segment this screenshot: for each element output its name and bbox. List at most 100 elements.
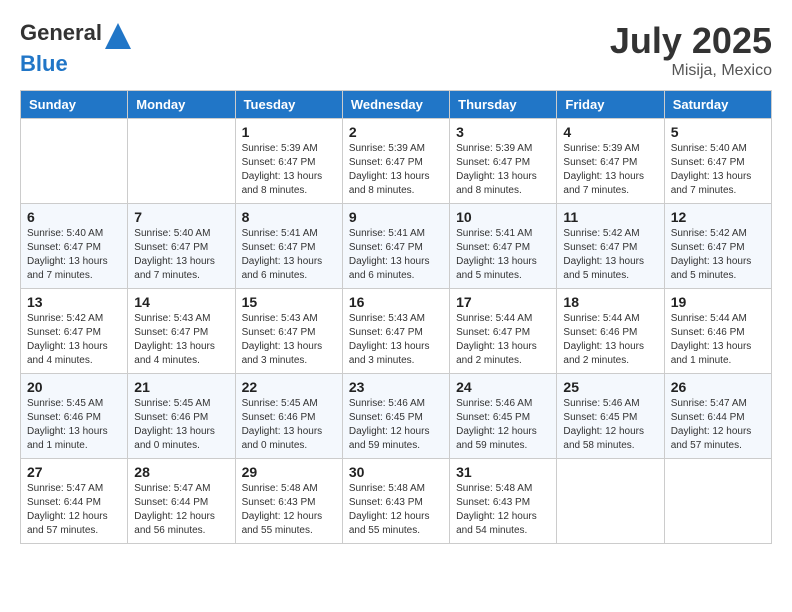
day-info: Sunrise: 5:41 AM Sunset: 6:47 PM Dayligh… (349, 227, 443, 283)
day-info: Sunrise: 5:44 AM Sunset: 6:47 PM Dayligh… (456, 312, 550, 368)
day-number: 19 (671, 294, 765, 310)
calendar-cell: 27 Sunrise: 5:47 AM Sunset: 6:44 PM Dayli… (21, 459, 128, 544)
day-number: 22 (242, 379, 336, 395)
logo-text: General Blue (20, 20, 134, 77)
day-info: Sunrise: 5:42 AM Sunset: 6:47 PM Dayligh… (671, 227, 765, 283)
calendar-cell: 15 Sunrise: 5:43 AM Sunset: 6:47 PM Dayli… (235, 289, 342, 374)
calendar-cell: 29Sunrise: 5:48 AM Sunset: 6:43 PM Dayli… (235, 459, 342, 544)
calendar-cell (21, 119, 128, 204)
day-info: Sunrise: 5:39 AM Sunset: 6:47 PM Dayligh… (456, 142, 550, 198)
day-info: Sunrise: 5:44 AM Sunset: 6:46 PM Dayligh… (563, 312, 657, 368)
title-block: July 2025 Misija, Mexico (610, 20, 772, 80)
calendar-week-row: 20 Sunrise: 5:45 AM Sunset: 6:46 PM Dayli… (21, 374, 772, 459)
day-number: 23 (349, 379, 443, 395)
day-number: 11 (563, 209, 657, 225)
calendar-week-row: 13Sunrise: 5:42 AM Sunset: 6:47 PM Dayli… (21, 289, 772, 374)
day-of-week-header: Tuesday (235, 91, 342, 119)
day-number: 4 (563, 124, 657, 140)
calendar-cell: 28 Sunrise: 5:47 AM Sunset: 6:44 PM Dayli… (128, 459, 235, 544)
day-info: Sunrise: 5:46 AM Sunset: 6:45 PM Dayligh… (563, 397, 657, 453)
day-info: Sunrise: 5:41 AM Sunset: 6:47 PM Dayligh… (242, 227, 336, 283)
day-number: 8 (242, 209, 336, 225)
day-info: Sunrise: 5:39 AM Sunset: 6:47 PM Dayligh… (563, 142, 657, 198)
day-number: 20 (27, 379, 121, 395)
day-info: Sunrise: 5:40 AM Sunset: 6:47 PM Dayligh… (134, 227, 228, 283)
day-info: Sunrise: 5:48 AM Sunset: 6:43 PM Dayligh… (349, 482, 443, 538)
day-number: 29 (242, 464, 336, 480)
day-number: 17 (456, 294, 550, 310)
calendar-cell: 20 Sunrise: 5:45 AM Sunset: 6:46 PM Dayli… (21, 374, 128, 459)
day-of-week-header: Monday (128, 91, 235, 119)
calendar-cell: 8 Sunrise: 5:41 AM Sunset: 6:47 PM Daylig… (235, 204, 342, 289)
calendar-cell: 24Sunrise: 5:46 AM Sunset: 6:45 PM Dayli… (450, 374, 557, 459)
day-number: 27 (27, 464, 121, 480)
day-number: 14 (134, 294, 228, 310)
day-info: Sunrise: 5:44 AM Sunset: 6:46 PM Dayligh… (671, 312, 765, 368)
day-number: 9 (349, 209, 443, 225)
day-number: 25 (563, 379, 657, 395)
day-of-week-header: Friday (557, 91, 664, 119)
calendar-week-row: 27 Sunrise: 5:47 AM Sunset: 6:44 PM Dayli… (21, 459, 772, 544)
day-number: 31 (456, 464, 550, 480)
calendar-cell: 11Sunrise: 5:42 AM Sunset: 6:47 PM Dayli… (557, 204, 664, 289)
day-number: 15 (242, 294, 336, 310)
day-number: 5 (671, 124, 765, 140)
day-of-week-header: Wednesday (342, 91, 449, 119)
day-info: Sunrise: 5:39 AM Sunset: 6:47 PM Dayligh… (242, 142, 336, 198)
day-number: 2 (349, 124, 443, 140)
calendar-cell: 12 Sunrise: 5:42 AM Sunset: 6:47 PM Dayli… (664, 204, 771, 289)
calendar-cell (664, 459, 771, 544)
day-number: 12 (671, 209, 765, 225)
calendar-cell: 14 Sunrise: 5:43 AM Sunset: 6:47 PM Dayli… (128, 289, 235, 374)
day-info: Sunrise: 5:43 AM Sunset: 6:47 PM Dayligh… (242, 312, 336, 368)
day-number: 26 (671, 379, 765, 395)
day-info: Sunrise: 5:47 AM Sunset: 6:44 PM Dayligh… (671, 397, 765, 453)
day-number: 30 (349, 464, 443, 480)
calendar-cell: 13Sunrise: 5:42 AM Sunset: 6:47 PM Dayli… (21, 289, 128, 374)
day-number: 18 (563, 294, 657, 310)
day-info: Sunrise: 5:45 AM Sunset: 6:46 PM Dayligh… (27, 397, 121, 453)
calendar-cell: 7Sunrise: 5:40 AM Sunset: 6:47 PM Daylig… (128, 204, 235, 289)
day-number: 6 (27, 209, 121, 225)
calendar-week-row: 6 Sunrise: 5:40 AM Sunset: 6:47 PM Daylig… (21, 204, 772, 289)
logo-blue: Blue (20, 51, 68, 76)
logo: General Blue (20, 20, 134, 77)
calendar-cell: 6Sunrise: 5:40 AM Sunset: 6:47 PM Daylig… (21, 204, 128, 289)
calendar-cell: 19 Sunrise: 5:44 AM Sunset: 6:46 PM Dayli… (664, 289, 771, 374)
page-header: General Blue July 2025 Misija, Mexico (20, 20, 772, 80)
calendar-cell: 18 Sunrise: 5:44 AM Sunset: 6:46 PM Dayli… (557, 289, 664, 374)
day-of-week-header: Thursday (450, 91, 557, 119)
day-info: Sunrise: 5:42 AM Sunset: 6:47 PM Dayligh… (27, 312, 121, 368)
day-info: Sunrise: 5:46 AM Sunset: 6:45 PM Dayligh… (349, 397, 443, 453)
day-number: 10 (456, 209, 550, 225)
calendar-cell: 22 Sunrise: 5:45 AM Sunset: 6:46 PM Dayli… (235, 374, 342, 459)
calendar-cell: 4 Sunrise: 5:39 AM Sunset: 6:47 PM Daylig… (557, 119, 664, 204)
month-title: July 2025 (610, 20, 772, 62)
calendar-cell: 23 Sunrise: 5:46 AM Sunset: 6:45 PM Dayli… (342, 374, 449, 459)
day-info: Sunrise: 5:40 AM Sunset: 6:47 PM Dayligh… (671, 142, 765, 198)
calendar-cell: 10Sunrise: 5:41 AM Sunset: 6:47 PM Dayli… (450, 204, 557, 289)
day-number: 21 (134, 379, 228, 395)
day-info: Sunrise: 5:45 AM Sunset: 6:46 PM Dayligh… (134, 397, 228, 453)
calendar-cell: 2Sunrise: 5:39 AM Sunset: 6:47 PM Daylig… (342, 119, 449, 204)
calendar-cell: 9 Sunrise: 5:41 AM Sunset: 6:47 PM Daylig… (342, 204, 449, 289)
calendar-cell: 5 Sunrise: 5:40 AM Sunset: 6:47 PM Daylig… (664, 119, 771, 204)
day-info: Sunrise: 5:47 AM Sunset: 6:44 PM Dayligh… (134, 482, 228, 538)
day-info: Sunrise: 5:47 AM Sunset: 6:44 PM Dayligh… (27, 482, 121, 538)
day-info: Sunrise: 5:45 AM Sunset: 6:46 PM Dayligh… (242, 397, 336, 453)
calendar-header-row: SundayMondayTuesdayWednesdayThursdayFrid… (21, 91, 772, 119)
day-number: 3 (456, 124, 550, 140)
day-info: Sunrise: 5:48 AM Sunset: 6:43 PM Dayligh… (456, 482, 550, 538)
day-info: Sunrise: 5:43 AM Sunset: 6:47 PM Dayligh… (134, 312, 228, 368)
day-number: 28 (134, 464, 228, 480)
logo-general: General (20, 20, 102, 45)
calendar-cell: 3 Sunrise: 5:39 AM Sunset: 6:47 PM Daylig… (450, 119, 557, 204)
location: Misija, Mexico (610, 62, 772, 80)
calendar-cell: 30 Sunrise: 5:48 AM Sunset: 6:43 PM Dayli… (342, 459, 449, 544)
calendar-cell: 26 Sunrise: 5:47 AM Sunset: 6:44 PM Dayli… (664, 374, 771, 459)
calendar-cell (557, 459, 664, 544)
calendar-cell: 21 Sunrise: 5:45 AM Sunset: 6:46 PM Dayli… (128, 374, 235, 459)
calendar-cell: 16Sunrise: 5:43 AM Sunset: 6:47 PM Dayli… (342, 289, 449, 374)
calendar-cell: 25 Sunrise: 5:46 AM Sunset: 6:45 PM Dayli… (557, 374, 664, 459)
day-number: 24 (456, 379, 550, 395)
